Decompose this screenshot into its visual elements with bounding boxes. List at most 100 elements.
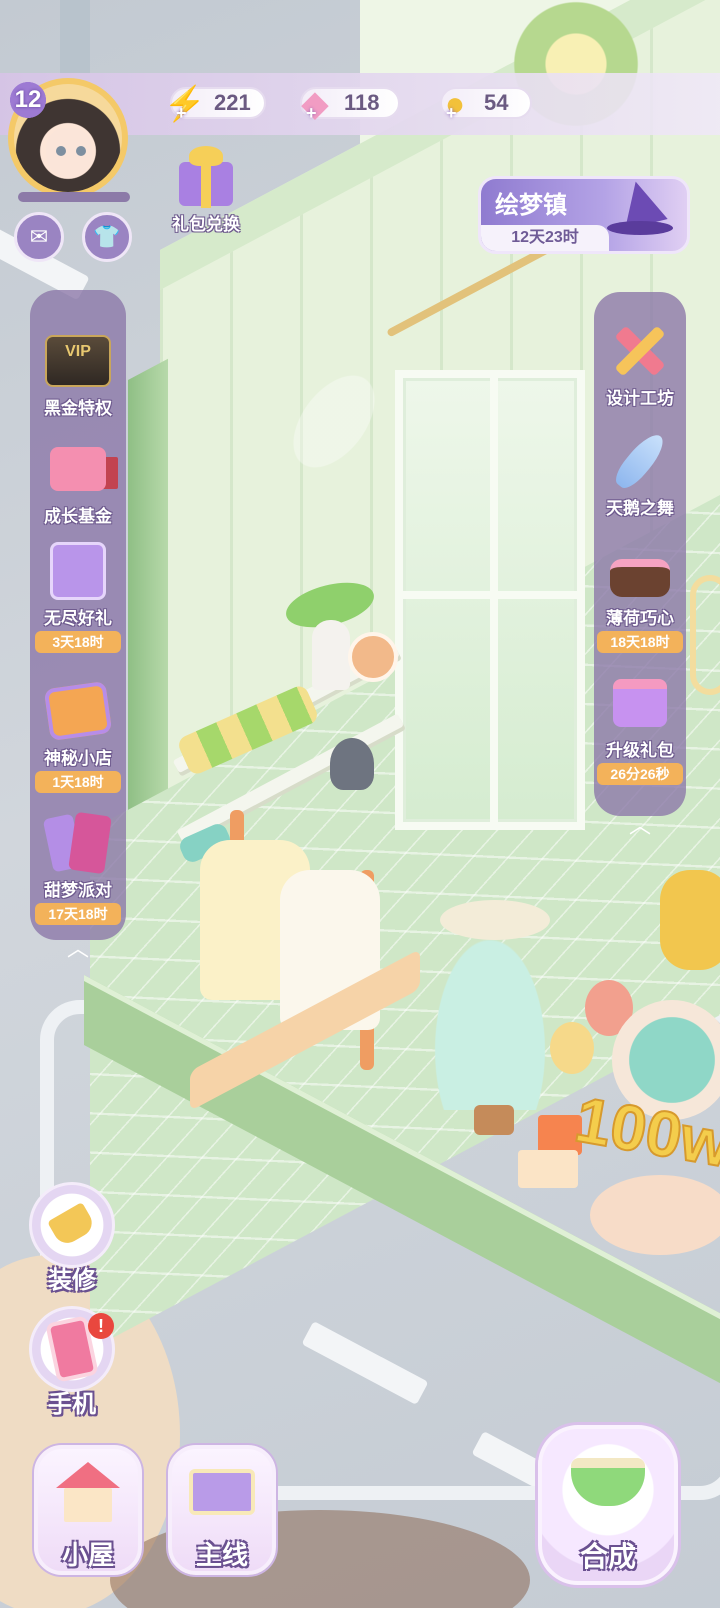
- rail-label: 成长基金: [44, 507, 112, 526]
- rail-timer: 18天18时: [597, 631, 683, 653]
- rail-label: 甜梦派对: [44, 881, 112, 900]
- phone-button[interactable]: ! 手机: [24, 1306, 120, 1419]
- chevron-up-icon[interactable]: ︿: [60, 935, 96, 965]
- avatar-eye: [76, 146, 86, 156]
- cake-base: [590, 1175, 720, 1255]
- rail-label: 设计工坊: [606, 389, 674, 408]
- house-shape: [56, 1462, 120, 1522]
- coin-icon: ● +: [432, 81, 478, 127]
- level-badge: 12: [6, 80, 50, 120]
- merge-label: 合成: [579, 1541, 636, 1572]
- gift-exchange-label: 礼包兑换: [172, 215, 240, 234]
- mail-icon: ✉: [29, 224, 49, 250]
- hen-clock[interactable]: [348, 632, 398, 682]
- diamond-icon: ◆ +: [292, 81, 338, 127]
- gift-exchange-button[interactable]: 礼包兑换: [160, 140, 252, 235]
- pink-box: [50, 447, 106, 491]
- wardrobe-button[interactable]: 👕: [82, 212, 132, 262]
- story-button[interactable]: 主线: [168, 1445, 276, 1575]
- house-label: 小屋: [61, 1540, 114, 1570]
- shop-box: [43, 680, 113, 742]
- plus-icon: +: [446, 103, 457, 123]
- clothes-rack[interactable]: [190, 810, 420, 1112]
- rail-item-sweet-party[interactable]: 甜梦派对 17天18时: [31, 811, 125, 925]
- event-title: 绘梦镇: [495, 192, 567, 219]
- rail-label: 升级礼包: [606, 741, 674, 760]
- rail-timer: 17天18时: [35, 903, 121, 925]
- cat-card: [50, 542, 106, 600]
- mannequin-stand: [474, 1105, 514, 1135]
- party-cards-icon: [42, 811, 113, 875]
- vip-badge: VIP: [45, 335, 111, 387]
- chair: [690, 575, 720, 695]
- phone-icon: !: [29, 1306, 115, 1392]
- gift-box-icon: [173, 140, 239, 210]
- teacup: [571, 1458, 645, 1506]
- gift-box-icon: [43, 438, 113, 500]
- rail-label: 神秘小店: [44, 749, 112, 768]
- witch-hat-icon: [603, 179, 677, 251]
- card-right: [68, 811, 112, 875]
- brush-head: [47, 1202, 97, 1248]
- merge-button[interactable]: 合成: [538, 1425, 678, 1585]
- event-banner[interactable]: 绘梦镇 12天23时: [478, 176, 690, 254]
- vip-card-icon: VIP: [43, 330, 113, 392]
- gold-horn: [660, 870, 720, 970]
- bust-stand[interactable]: [312, 620, 350, 690]
- alert-badge: !: [88, 1313, 114, 1339]
- diamond-value: 118: [344, 90, 380, 115]
- rail-label: 黑金特权: [44, 399, 112, 418]
- rail-item-black-gold[interactable]: VIP 黑金特权: [31, 330, 125, 419]
- house-wall: [64, 1488, 112, 1522]
- house-icon: [38, 1449, 138, 1535]
- house-roof: [56, 1462, 120, 1488]
- ruler-pencil-icon: [605, 320, 675, 382]
- book-quill-icon: [172, 1449, 272, 1535]
- rail-item-design-workshop[interactable]: 设计工坊: [593, 320, 687, 409]
- balloon: [550, 1022, 594, 1074]
- diamond-counter[interactable]: ◆ + 118: [300, 87, 400, 123]
- avatar-eye: [56, 146, 66, 156]
- rail-item-upgrade-pack[interactable]: 升级礼包 26分26秒: [593, 672, 687, 785]
- rail-label: 天鹅之舞: [606, 499, 674, 518]
- chevron-up-icon[interactable]: ︿: [622, 812, 658, 842]
- rail-item-swan-dance[interactable]: 天鹅之舞: [593, 428, 687, 519]
- coin-counter[interactable]: ● + 54: [440, 87, 532, 123]
- rail-item-mystery-shop[interactable]: 神秘小店 1天18时: [31, 680, 125, 793]
- rail-timer: 1天18时: [35, 771, 121, 793]
- cat-gift-icon: [43, 540, 113, 602]
- lightning-icon: ⚡ +: [162, 81, 208, 127]
- hat-brim: [607, 221, 673, 235]
- lily-hat: [440, 900, 550, 940]
- decorate-button[interactable]: 装修: [24, 1182, 120, 1295]
- event-timer: 12天23时: [481, 225, 609, 251]
- lamp-post: [60, 0, 90, 80]
- rail-item-endless-gift[interactable]: 无尽好礼 3天18时: [31, 540, 125, 653]
- gray-cat[interactable]: [330, 738, 374, 790]
- box-prop: [518, 1150, 578, 1188]
- plus-icon: +: [306, 103, 317, 123]
- shirt-icon: 👕: [93, 224, 121, 250]
- experience-bar: [18, 192, 130, 202]
- rail-item-growth-fund[interactable]: 成长基金: [31, 438, 125, 527]
- mint-gown-mannequin[interactable]: [420, 910, 560, 1110]
- mystery-shop-icon: [43, 680, 113, 742]
- story-label: 主线: [195, 1540, 248, 1570]
- book: [189, 1469, 255, 1515]
- energy-value: 221: [214, 90, 251, 115]
- purple-box: [613, 679, 667, 727]
- coin-value: 54: [484, 90, 509, 115]
- cake: [610, 559, 670, 597]
- rail-label: 无尽好礼: [44, 609, 112, 628]
- rail-item-mint-heart[interactable]: 薄荷巧心 18天18时: [593, 540, 687, 653]
- house-button[interactable]: 小屋: [34, 1445, 142, 1575]
- brush-icon: [29, 1182, 115, 1268]
- rail-timer: 3天18时: [35, 631, 121, 653]
- mail-button[interactable]: ✉: [14, 212, 64, 262]
- feather-icon: [605, 428, 675, 494]
- rail-label: 薄荷巧心: [606, 609, 674, 628]
- teacup-icon: [542, 1429, 674, 1535]
- energy-counter[interactable]: ⚡ + 221: [164, 87, 266, 123]
- gift-box-icon: [605, 672, 675, 734]
- rail-timer: 26分26秒: [597, 763, 683, 785]
